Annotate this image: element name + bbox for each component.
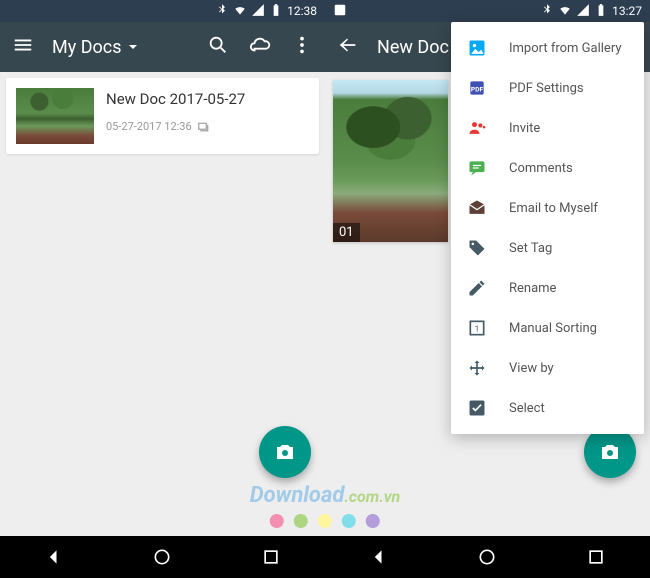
- status-bar: 12:38: [0, 0, 325, 22]
- menu-item-label: Select: [509, 401, 545, 416]
- menu-item-label: Invite: [509, 121, 540, 136]
- menu-item-invite[interactable]: Invite: [451, 108, 644, 148]
- svg-text:1: 1: [475, 324, 480, 334]
- menu-item-label: Manual Sorting: [509, 321, 597, 336]
- nav-back[interactable]: [369, 547, 389, 567]
- screen-left: 12:38 My Docs New Doc 2017-05-27 05-27-2…: [0, 0, 325, 578]
- page-thumbnail[interactable]: 01: [333, 80, 448, 242]
- menu-item-label: Rename: [509, 281, 556, 296]
- nav-home[interactable]: [152, 547, 172, 567]
- menu-item-label: Comments: [509, 161, 573, 176]
- status-time: 13:27: [612, 4, 642, 18]
- menu-item-tag[interactable]: Set Tag: [451, 228, 644, 268]
- camera-fab[interactable]: [259, 426, 311, 478]
- signal-icon: [576, 3, 590, 20]
- app-title-text: My Docs: [52, 37, 122, 58]
- menu-icon[interactable]: [12, 34, 34, 60]
- overflow-menu: Import from Gallery PDF PDF Settings Invite…: [451, 22, 644, 434]
- document-thumbnail: [16, 88, 94, 144]
- viewby-icon: [467, 358, 487, 378]
- battery-icon: [269, 3, 283, 20]
- bluetooth-icon: [540, 3, 554, 20]
- pdf-icon: PDF: [467, 78, 487, 98]
- email-icon: [467, 198, 487, 218]
- menu-item-sorting[interactable]: 1 Manual Sorting: [451, 308, 644, 348]
- page-number-badge: 01: [333, 223, 360, 242]
- bluetooth-icon: [215, 3, 229, 20]
- menu-item-gallery[interactable]: Import from Gallery: [451, 28, 644, 68]
- battery-icon: [594, 3, 608, 20]
- app-bar: My Docs: [0, 22, 325, 72]
- menu-item-email[interactable]: Email to Myself: [451, 188, 644, 228]
- search-icon[interactable]: [207, 34, 229, 60]
- cloud-icon[interactable]: [249, 34, 271, 60]
- menu-item-label: View by: [509, 361, 554, 376]
- document-title: New Doc 2017-05-27: [106, 90, 245, 108]
- image-notification-icon: [333, 3, 347, 20]
- nav-recent[interactable]: [261, 547, 281, 567]
- camera-icon: [598, 440, 622, 464]
- chevron-down-icon: [128, 42, 138, 52]
- comments-icon: [467, 158, 487, 178]
- status-time: 12:38: [287, 4, 317, 18]
- nav-bar: [325, 536, 650, 578]
- nav-home[interactable]: [477, 547, 497, 567]
- document-meta: 05-27-2017 12:36: [106, 120, 245, 133]
- content-area: New Doc 2017-05-27 05-27-2017 12:36: [0, 72, 325, 536]
- tag-icon: [467, 238, 487, 258]
- menu-item-label: Set Tag: [509, 241, 552, 256]
- nav-bar: [0, 536, 325, 578]
- app-title-dropdown[interactable]: My Docs: [52, 37, 138, 58]
- camera-icon: [273, 440, 297, 464]
- nav-back[interactable]: [44, 547, 64, 567]
- gallery-icon: [467, 38, 487, 58]
- wifi-icon: [558, 3, 572, 20]
- select-icon: [467, 398, 487, 418]
- menu-item-label: Email to Myself: [509, 201, 598, 216]
- menu-item-comments[interactable]: Comments: [451, 148, 644, 188]
- page-count-icon: [198, 122, 210, 132]
- invite-icon: [467, 118, 487, 138]
- wifi-icon: [233, 3, 247, 20]
- back-icon[interactable]: [337, 34, 359, 60]
- signal-icon: [251, 3, 265, 20]
- menu-item-select[interactable]: Select: [451, 388, 644, 428]
- sorting-icon: 1: [467, 318, 487, 338]
- menu-item-rename[interactable]: Rename: [451, 268, 644, 308]
- menu-item-label: PDF Settings: [509, 81, 584, 96]
- document-card[interactable]: New Doc 2017-05-27 05-27-2017 12:36: [6, 78, 319, 154]
- overflow-icon[interactable]: [291, 34, 313, 60]
- screen-right: 13:27 New Doc 2 01 Import from GalleryPD…: [325, 0, 650, 578]
- nav-recent[interactable]: [586, 547, 606, 567]
- menu-item-label: Import from Gallery: [509, 41, 622, 56]
- menu-item-viewby[interactable]: View by: [451, 348, 644, 388]
- svg-text:PDF: PDF: [471, 85, 484, 93]
- rename-icon: [467, 278, 487, 298]
- status-bar: 13:27: [325, 0, 650, 22]
- menu-item-pdf[interactable]: PDF PDF Settings: [451, 68, 644, 108]
